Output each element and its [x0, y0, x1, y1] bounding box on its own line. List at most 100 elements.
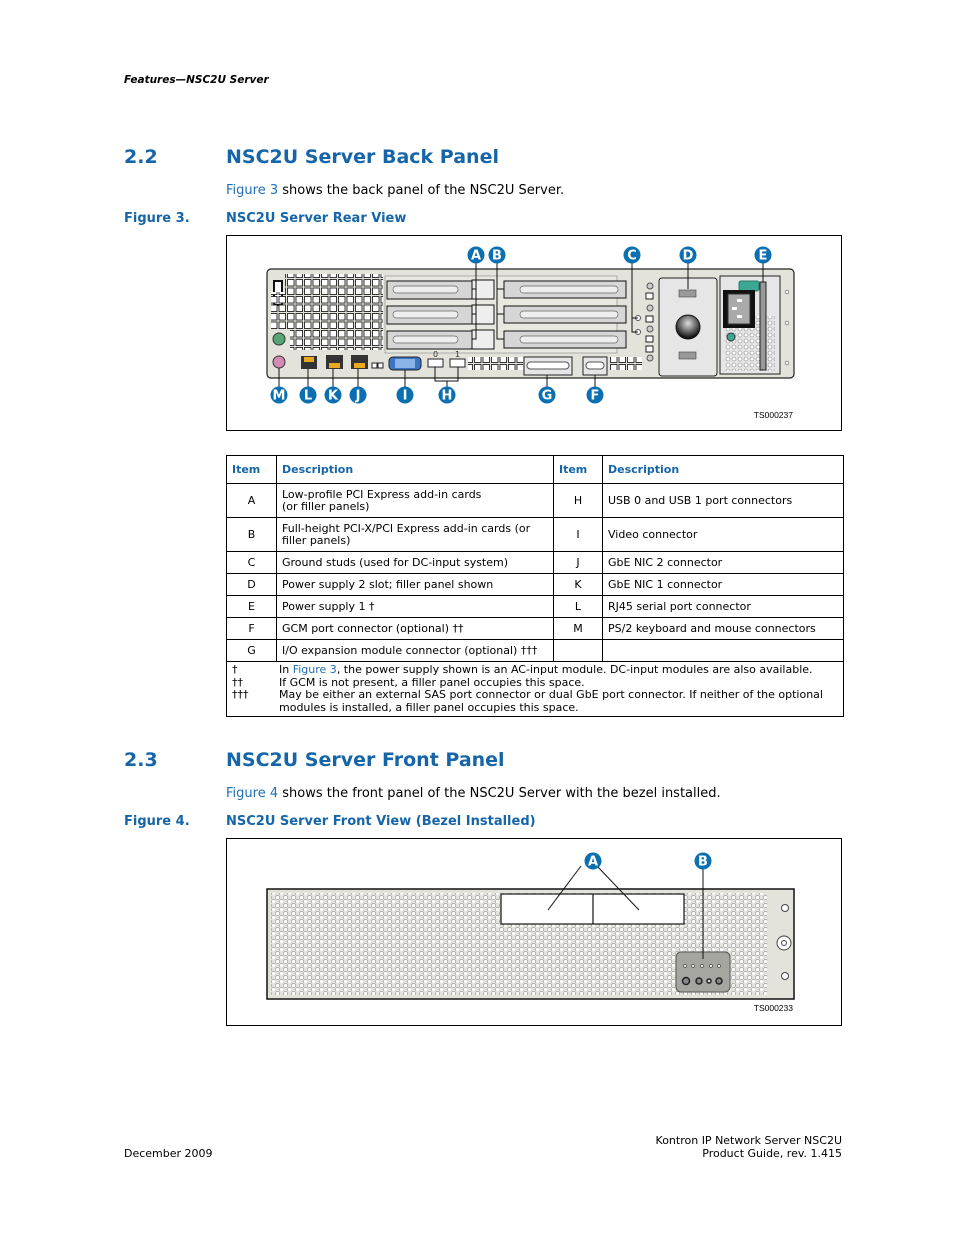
callout-a: A — [467, 246, 485, 264]
footnote-body: , the power supply shown is an AC-input … — [336, 663, 813, 676]
description-line: I/O expansion module connector (optional… — [282, 643, 538, 657]
callout-letter: C — [627, 249, 637, 264]
footnotes-row: † In Figure 3, the power supply shown is … — [226, 661, 844, 717]
callout-letter: L — [304, 389, 312, 404]
callout-letter: E — [759, 249, 768, 264]
legend-item: G — [226, 639, 277, 662]
figure-3-rear-view: 0 1 AB C D E M L K J I H G F TS000237 — [226, 235, 842, 431]
header-item-2: Item — [553, 455, 603, 484]
callout-j: J — [349, 386, 367, 404]
legend-item: E — [226, 595, 277, 618]
legend-item: F — [226, 617, 277, 640]
callout-letter: B — [492, 249, 502, 264]
front-panel-illustration: AB — [266, 852, 795, 1000]
section-2-3-title: NSC2U Server Front Panel — [226, 749, 505, 771]
legend-row: G I/O expansion module connector (optiona… — [226, 639, 844, 662]
callout-d: D — [679, 246, 697, 264]
footer-guide: Product Guide, rev. 1.415 — [702, 1147, 842, 1160]
callout-letter: H — [442, 389, 453, 404]
description-line: Power supply 2 slot; filler panel shown — [282, 577, 494, 591]
header-item-1: Item — [226, 455, 277, 484]
legend-description — [602, 639, 844, 662]
usb-1-port — [449, 358, 466, 368]
legend-description: Low-profile PCI Express add-in cards (or … — [276, 483, 554, 518]
section-2-3-intro: Figure 4 shows the front panel of the NS… — [226, 786, 721, 801]
callout-f: F — [586, 386, 604, 404]
footnote-mark: † — [232, 663, 238, 676]
intro-text: shows the back panel of the NSC2U Server… — [278, 183, 565, 198]
callout-l: L — [299, 386, 317, 404]
callout-b: B — [488, 246, 506, 264]
legend-description: GCM port connector (optional) †† — [276, 617, 554, 640]
figure-3-link[interactable]: Figure 3 — [226, 183, 278, 198]
footnote-body: May be either an external SAS port conne… — [279, 688, 823, 701]
figure-4-link[interactable]: Figure 4 — [226, 786, 278, 801]
description-line: (or filler panels) — [282, 499, 370, 513]
legend-item: L — [553, 595, 603, 618]
legend-item: B — [226, 517, 277, 552]
ps2-keyboard-port — [272, 355, 286, 369]
vent-grid — [290, 330, 383, 350]
legend-row: D Power supply 2 slot; filler panel shown… — [226, 573, 844, 596]
callout-letter: K — [328, 389, 339, 404]
legend-description: RJ45 serial port connector — [602, 595, 844, 618]
description-line: Full-height PCI-X/PCI Express add-in car… — [282, 521, 531, 535]
legend-description: Video connector — [602, 517, 844, 552]
usb-label-1: 1 — [455, 350, 460, 359]
power-supply-2-filler — [658, 277, 718, 377]
callout-letter: A — [588, 855, 598, 870]
legend-item: K — [553, 573, 603, 596]
legend-description: Full-height PCI-X/PCI Express add-in car… — [276, 517, 554, 552]
callout-letter: J — [355, 389, 361, 404]
power-switch — [738, 280, 760, 292]
figure-3-title: NSC2U Server Rear View — [226, 211, 407, 226]
legend-item: D — [226, 573, 277, 596]
callout-m: M — [270, 386, 288, 404]
callout-k: K — [324, 386, 342, 404]
usb-0-port — [427, 358, 444, 368]
callout-b: B — [694, 852, 712, 870]
callout-h: H — [438, 386, 456, 404]
usb-label-0: 0 — [433, 350, 438, 359]
description-line: Ground studs (used for DC-input system) — [282, 555, 509, 569]
rear-panel-illustration: 0 1 A B C D E M L K J I H G F — [266, 246, 795, 404]
figure-4-ts-code: TS000233 — [753, 1003, 793, 1013]
legend-description: Power supply 1 † — [276, 595, 554, 618]
footer-date: December 2009 — [124, 1147, 213, 1160]
legend-item: A — [226, 483, 277, 518]
figure-link[interactable]: Figure 3 — [293, 663, 337, 676]
gbe-nic-2-port — [351, 355, 368, 369]
ps2-mouse-port — [272, 332, 286, 346]
description-line: filler panels) — [282, 533, 351, 547]
footnote: modules is installed, a filler panel occ… — [232, 701, 838, 715]
legend-description: PS/2 keyboard and mouse connectors — [602, 617, 844, 640]
figure-4-label: Figure 4. — [124, 814, 190, 829]
callout-labels: AB — [584, 852, 712, 870]
header-description-2: Description — [602, 455, 844, 484]
legend-row: C Ground studs (used for DC-input system)… — [226, 551, 844, 574]
running-head: Features—NSC2U Server — [124, 74, 269, 86]
intro-text: shows the front panel of the NSC2U Serve… — [278, 786, 721, 801]
gbe-nic-1-port — [326, 355, 343, 369]
footnote-pre: In — [279, 663, 293, 676]
legend-description: I/O expansion module connector (optional… — [276, 639, 554, 662]
callout-letter: M — [273, 389, 286, 404]
figure-4-title: NSC2U Server Front View (Bezel Installed… — [226, 814, 536, 829]
figure-3-ts-code: TS000237 — [753, 410, 793, 420]
callout-e: E — [754, 246, 772, 264]
legend-item: H — [553, 483, 603, 518]
callout-g: G — [538, 386, 556, 404]
description-line: GCM port connector (optional) †† — [282, 621, 464, 635]
callout-a: A — [584, 852, 602, 870]
legend-table: Item Description Item Description A Low-p… — [226, 455, 844, 717]
section-2-2-title: NSC2U Server Back Panel — [226, 146, 499, 168]
vent-grid — [271, 292, 383, 330]
power-supply-1 — [719, 275, 790, 375]
header-description-1: Description — [276, 455, 554, 484]
low-profile-pci-cards — [386, 279, 495, 350]
footer-product: Kontron IP Network Server NSC2U — [655, 1134, 842, 1147]
callout-letter: I — [403, 389, 408, 404]
legend-item: M — [553, 617, 603, 640]
legend-description: GbE NIC 1 connector — [602, 573, 844, 596]
legend-item: C — [226, 551, 277, 574]
